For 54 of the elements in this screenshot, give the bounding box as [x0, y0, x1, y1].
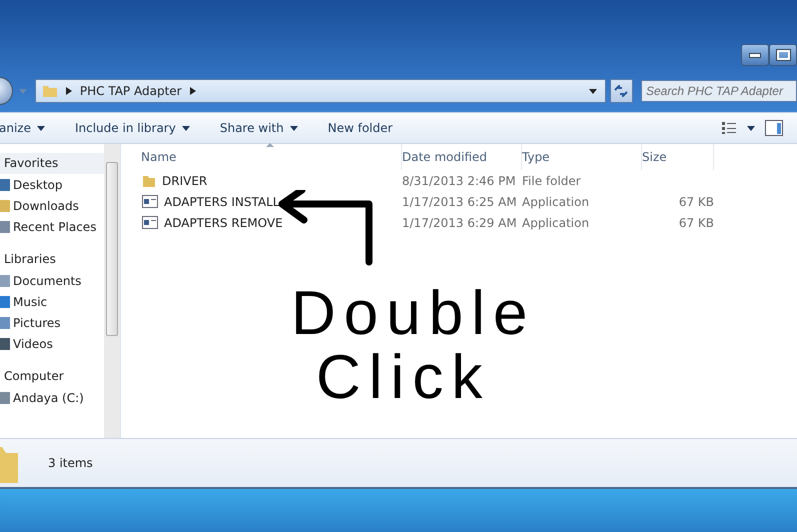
sidebar-group-header[interactable]: Libraries	[0, 249, 104, 270]
preview-pane-icon[interactable]	[765, 120, 783, 136]
sidebar-item[interactable]: Recent Places	[0, 216, 104, 237]
sidebar-item[interactable]: Desktop	[0, 174, 104, 195]
sidebar-item[interactable]: Andaya (C:)	[0, 387, 104, 408]
handwritten-note: Click	[316, 346, 492, 410]
minimize-button[interactable]	[741, 44, 769, 66]
caret-icon	[36, 126, 45, 130]
type-cell-text: Application	[522, 194, 590, 208]
chevron-icon	[66, 87, 72, 95]
refresh-icon	[614, 85, 628, 97]
type-cell-text: File folder	[522, 174, 582, 188]
item-count: 3 items	[48, 456, 93, 470]
folder-icon	[42, 84, 58, 98]
sidebar-item[interactable]: Pictures	[0, 312, 104, 333]
maximize-button[interactable]	[769, 44, 797, 66]
toolbar-button[interactable]: New folder	[318, 117, 403, 139]
address-bar[interactable]: PHC TAP Adapter	[34, 79, 606, 103]
date-cell-text: 1/17/2013 6:29 AM	[402, 216, 518, 230]
view-options-icon[interactable]	[721, 121, 737, 135]
handwritten-note: Double	[291, 282, 536, 346]
toolbar-button[interactable]: anize	[0, 117, 55, 139]
column-header[interactable]: Type	[522, 144, 642, 170]
sidebar-group-header[interactable]: Favorites	[0, 153, 104, 174]
search-field[interactable]: Search PHC TAP Adapter	[641, 80, 797, 102]
type-cell-text: Application	[522, 216, 590, 230]
scrollbar[interactable]	[104, 144, 120, 438]
date-cell-text: 8/31/2013 2:46 PM	[402, 174, 517, 188]
file-name[interactable]: ADAPTERS INSTALL	[164, 194, 280, 208]
application-icon	[142, 216, 158, 229]
refresh-button[interactable]	[610, 79, 633, 103]
date-cell-text: 1/17/2013 6:25 AM	[402, 194, 518, 208]
size-cell-text: 67 KB	[678, 194, 714, 208]
file-name[interactable]: DRIVER	[162, 174, 208, 188]
column-header[interactable]: Name	[141, 144, 402, 170]
toolbar-button[interactable]: Include in library	[64, 117, 200, 139]
application-icon	[142, 195, 158, 208]
sidebar-item[interactable]: Videos	[0, 333, 104, 354]
sidebar-item[interactable]: Downloads	[0, 195, 104, 216]
caret-icon[interactable]	[747, 126, 755, 130]
sidebar-item[interactable]: Music	[0, 291, 104, 312]
toolbar-button[interactable]: Share with	[210, 117, 308, 139]
sort-arrow-icon	[266, 143, 274, 147]
caret-icon	[290, 126, 298, 130]
chevron-icon	[190, 87, 196, 95]
sidebar-group-header[interactable]: Computer	[0, 366, 104, 387]
column-header[interactable]: Size	[642, 144, 714, 170]
dropdown-caret-icon[interactable]	[588, 88, 597, 94]
caret-icon	[182, 126, 190, 130]
column-header[interactable]: Date modified	[402, 144, 522, 170]
folder-icon	[142, 174, 156, 188]
size-cell-text: 67 KB	[678, 216, 714, 230]
file-name[interactable]: ADAPTERS REMOVE	[164, 216, 283, 230]
sidebar-item[interactable]: Documents	[0, 270, 104, 291]
